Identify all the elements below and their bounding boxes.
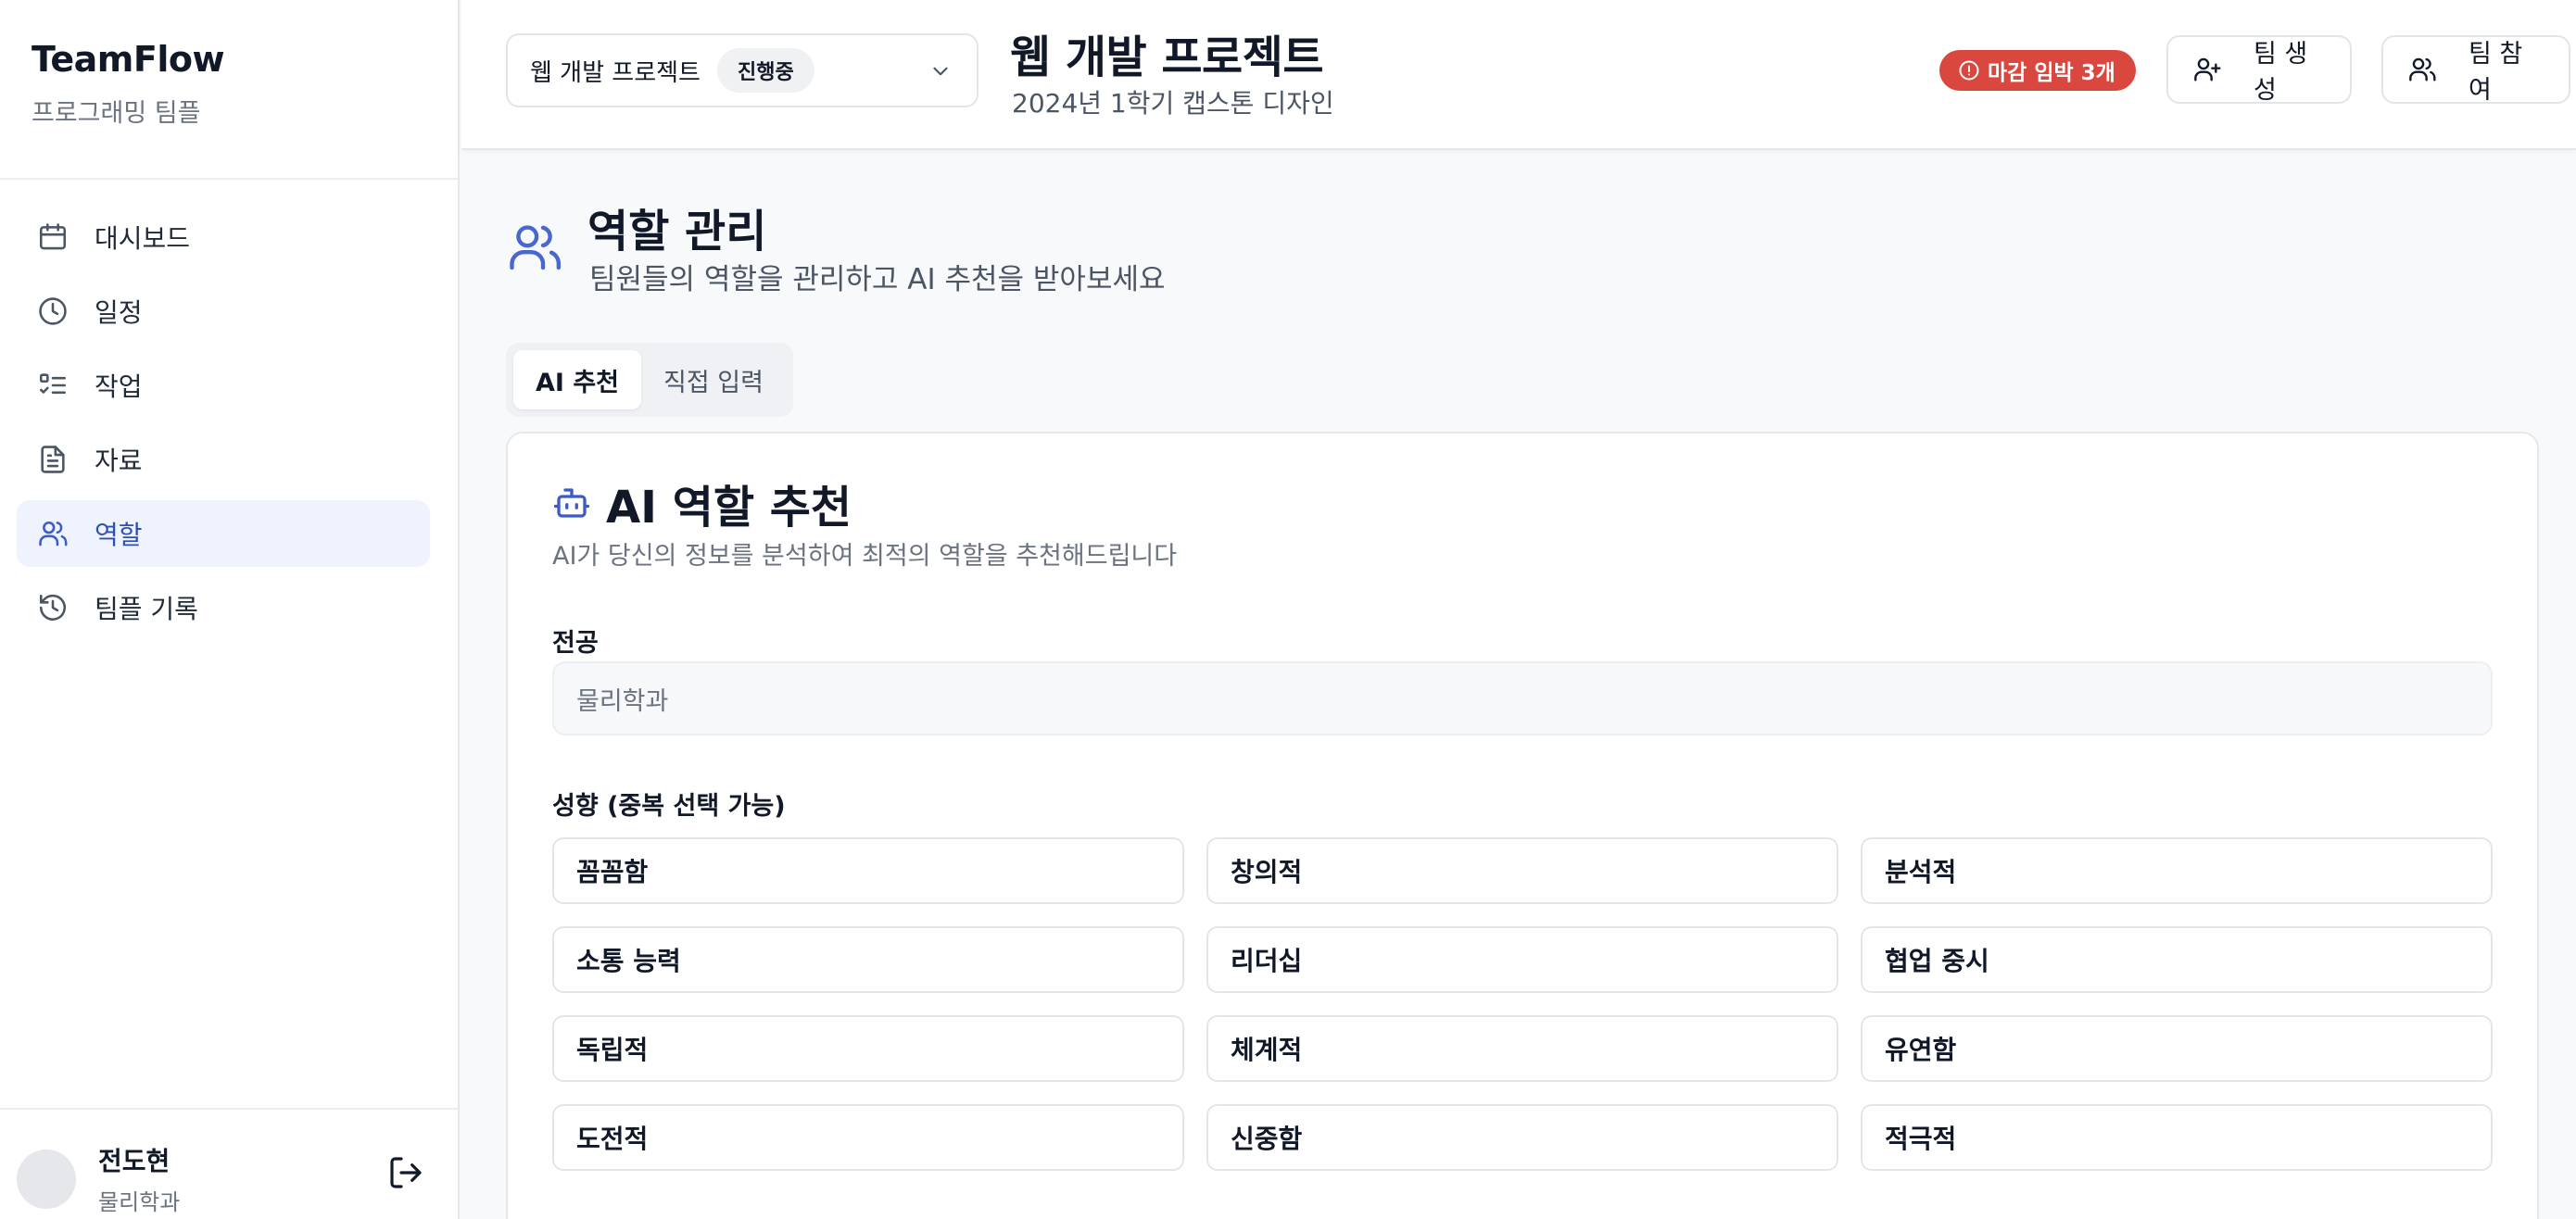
brand-title: TeamFlow [32, 39, 225, 80]
history-icon [37, 592, 69, 623]
traits-grid: 꼼꼼함 창의적 분석적 소통 능력 리더십 협업 중시 독립적 체계적 유연함 … [552, 837, 2493, 1171]
clock-icon [37, 295, 69, 327]
traits-label: 성향 (중복 선택 가능) [552, 792, 786, 821]
brand: TeamFlow 프로그래밍 팀플 [32, 39, 225, 129]
checklist-icon [37, 370, 69, 401]
trait-option[interactable]: 창의적 [1206, 837, 1838, 904]
project-select-label: 웹 개발 프로젝트 [530, 58, 701, 87]
sidebar-item-label: 팀플 기록 [95, 594, 198, 624]
major-field[interactable] [552, 661, 2493, 735]
user-profile: 전도현 물리학과 [17, 1141, 180, 1216]
sidebar-item-history[interactable]: 팀플 기록 [17, 574, 430, 641]
users-icon [37, 518, 69, 549]
sidebar-nav: 대시보드 일정 작업 자료 역할 팀플 기록 [17, 204, 430, 648]
trait-option[interactable]: 협업 중시 [1861, 926, 2493, 993]
deadline-badge[interactable]: 마감 임박 3개 [1939, 50, 2136, 91]
divider [0, 1108, 458, 1110]
ai-recommend-card: AI 역할 추천 AI가 당신의 정보를 분석하여 최적의 역할을 추천해드립니… [506, 432, 2539, 1219]
tab-ai-recommend[interactable]: AI 추천 [513, 350, 642, 409]
trait-option[interactable]: 리더십 [1206, 926, 1838, 993]
project-title: 웹 개발 프로젝트 [1010, 31, 1324, 83]
trait-option[interactable]: 도전적 [552, 1104, 1184, 1171]
calendar-icon [37, 221, 69, 253]
trait-option[interactable]: 소통 능력 [552, 926, 1184, 993]
sidebar-item-label: 대시보드 [95, 223, 191, 254]
create-team-button[interactable]: 팀 생성 [2166, 35, 2352, 105]
users-icon [2407, 55, 2437, 84]
create-team-label: 팀 생성 [2254, 40, 2308, 105]
alert-circle-icon [1958, 59, 1980, 82]
users-icon [506, 219, 563, 276]
card-title: AI 역할 추천 [606, 482, 852, 534]
join-team-button[interactable]: 팀 참여 [2381, 35, 2570, 105]
sidebar: TeamFlow 프로그래밍 팀플 대시보드 일정 작업 자료 역할 팀플 기록… [0, 0, 460, 1219]
trait-option[interactable]: 체계적 [1206, 1015, 1838, 1082]
sidebar-item-label: 자료 [95, 446, 143, 476]
divider [0, 178, 458, 180]
project-subtitle: 2024년 1학기 캡스톤 디자인 [1012, 88, 1334, 119]
brand-subtitle: 프로그래밍 팀플 [32, 99, 201, 128]
trait-option[interactable]: 독립적 [552, 1015, 1184, 1082]
page-title: 역할 관리 [587, 206, 767, 258]
top-header: 웹 개발 프로젝트 진행중 웹 개발 프로젝트 2024년 1학기 캡스톤 디자… [461, 0, 2576, 150]
document-icon [37, 444, 69, 475]
bot-icon [552, 484, 591, 522]
sidebar-item-label: 작업 [95, 371, 143, 402]
avatar [17, 1149, 76, 1209]
card-subtitle: AI가 당신의 정보를 분석하여 최적의 역할을 추천해드립니다 [552, 542, 1178, 571]
sidebar-item-label: 일정 [95, 297, 143, 328]
chevron-down-icon [928, 59, 953, 83]
join-team-label: 팀 참여 [2469, 40, 2523, 105]
deadline-badge-label: 마감 임박 3개 [1988, 61, 2115, 85]
trait-option[interactable]: 분석적 [1861, 837, 2493, 904]
sidebar-item-dashboard[interactable]: 대시보드 [17, 204, 430, 270]
trait-option[interactable]: 신중함 [1206, 1104, 1838, 1171]
trait-option[interactable]: 적극적 [1861, 1104, 2493, 1171]
sidebar-item-schedule[interactable]: 일정 [17, 278, 430, 345]
sidebar-item-roles[interactable]: 역할 [17, 500, 430, 567]
status-badge: 진행중 [716, 48, 814, 93]
project-select[interactable]: 웹 개발 프로젝트 진행중 [506, 33, 979, 107]
role-tabs: AI 추천 직접 입력 [506, 343, 793, 417]
major-label: 전공 [552, 629, 599, 658]
user-major: 물리학과 [98, 1189, 181, 1215]
logout-icon[interactable] [387, 1154, 424, 1191]
user-name: 전도현 [98, 1146, 170, 1176]
page-subtitle: 팀원들의 역할을 관리하고 AI 추천을 받아보세요 [589, 263, 1166, 296]
tab-manual-input[interactable]: 직접 입력 [641, 350, 786, 409]
sidebar-item-resources[interactable]: 자료 [17, 426, 430, 493]
sidebar-item-tasks[interactable]: 작업 [17, 352, 430, 419]
user-plus-icon [2192, 55, 2222, 84]
trait-option[interactable]: 꼼꼼함 [552, 837, 1184, 904]
trait-option[interactable]: 유연함 [1861, 1015, 2493, 1082]
sidebar-item-label: 역할 [95, 520, 143, 550]
